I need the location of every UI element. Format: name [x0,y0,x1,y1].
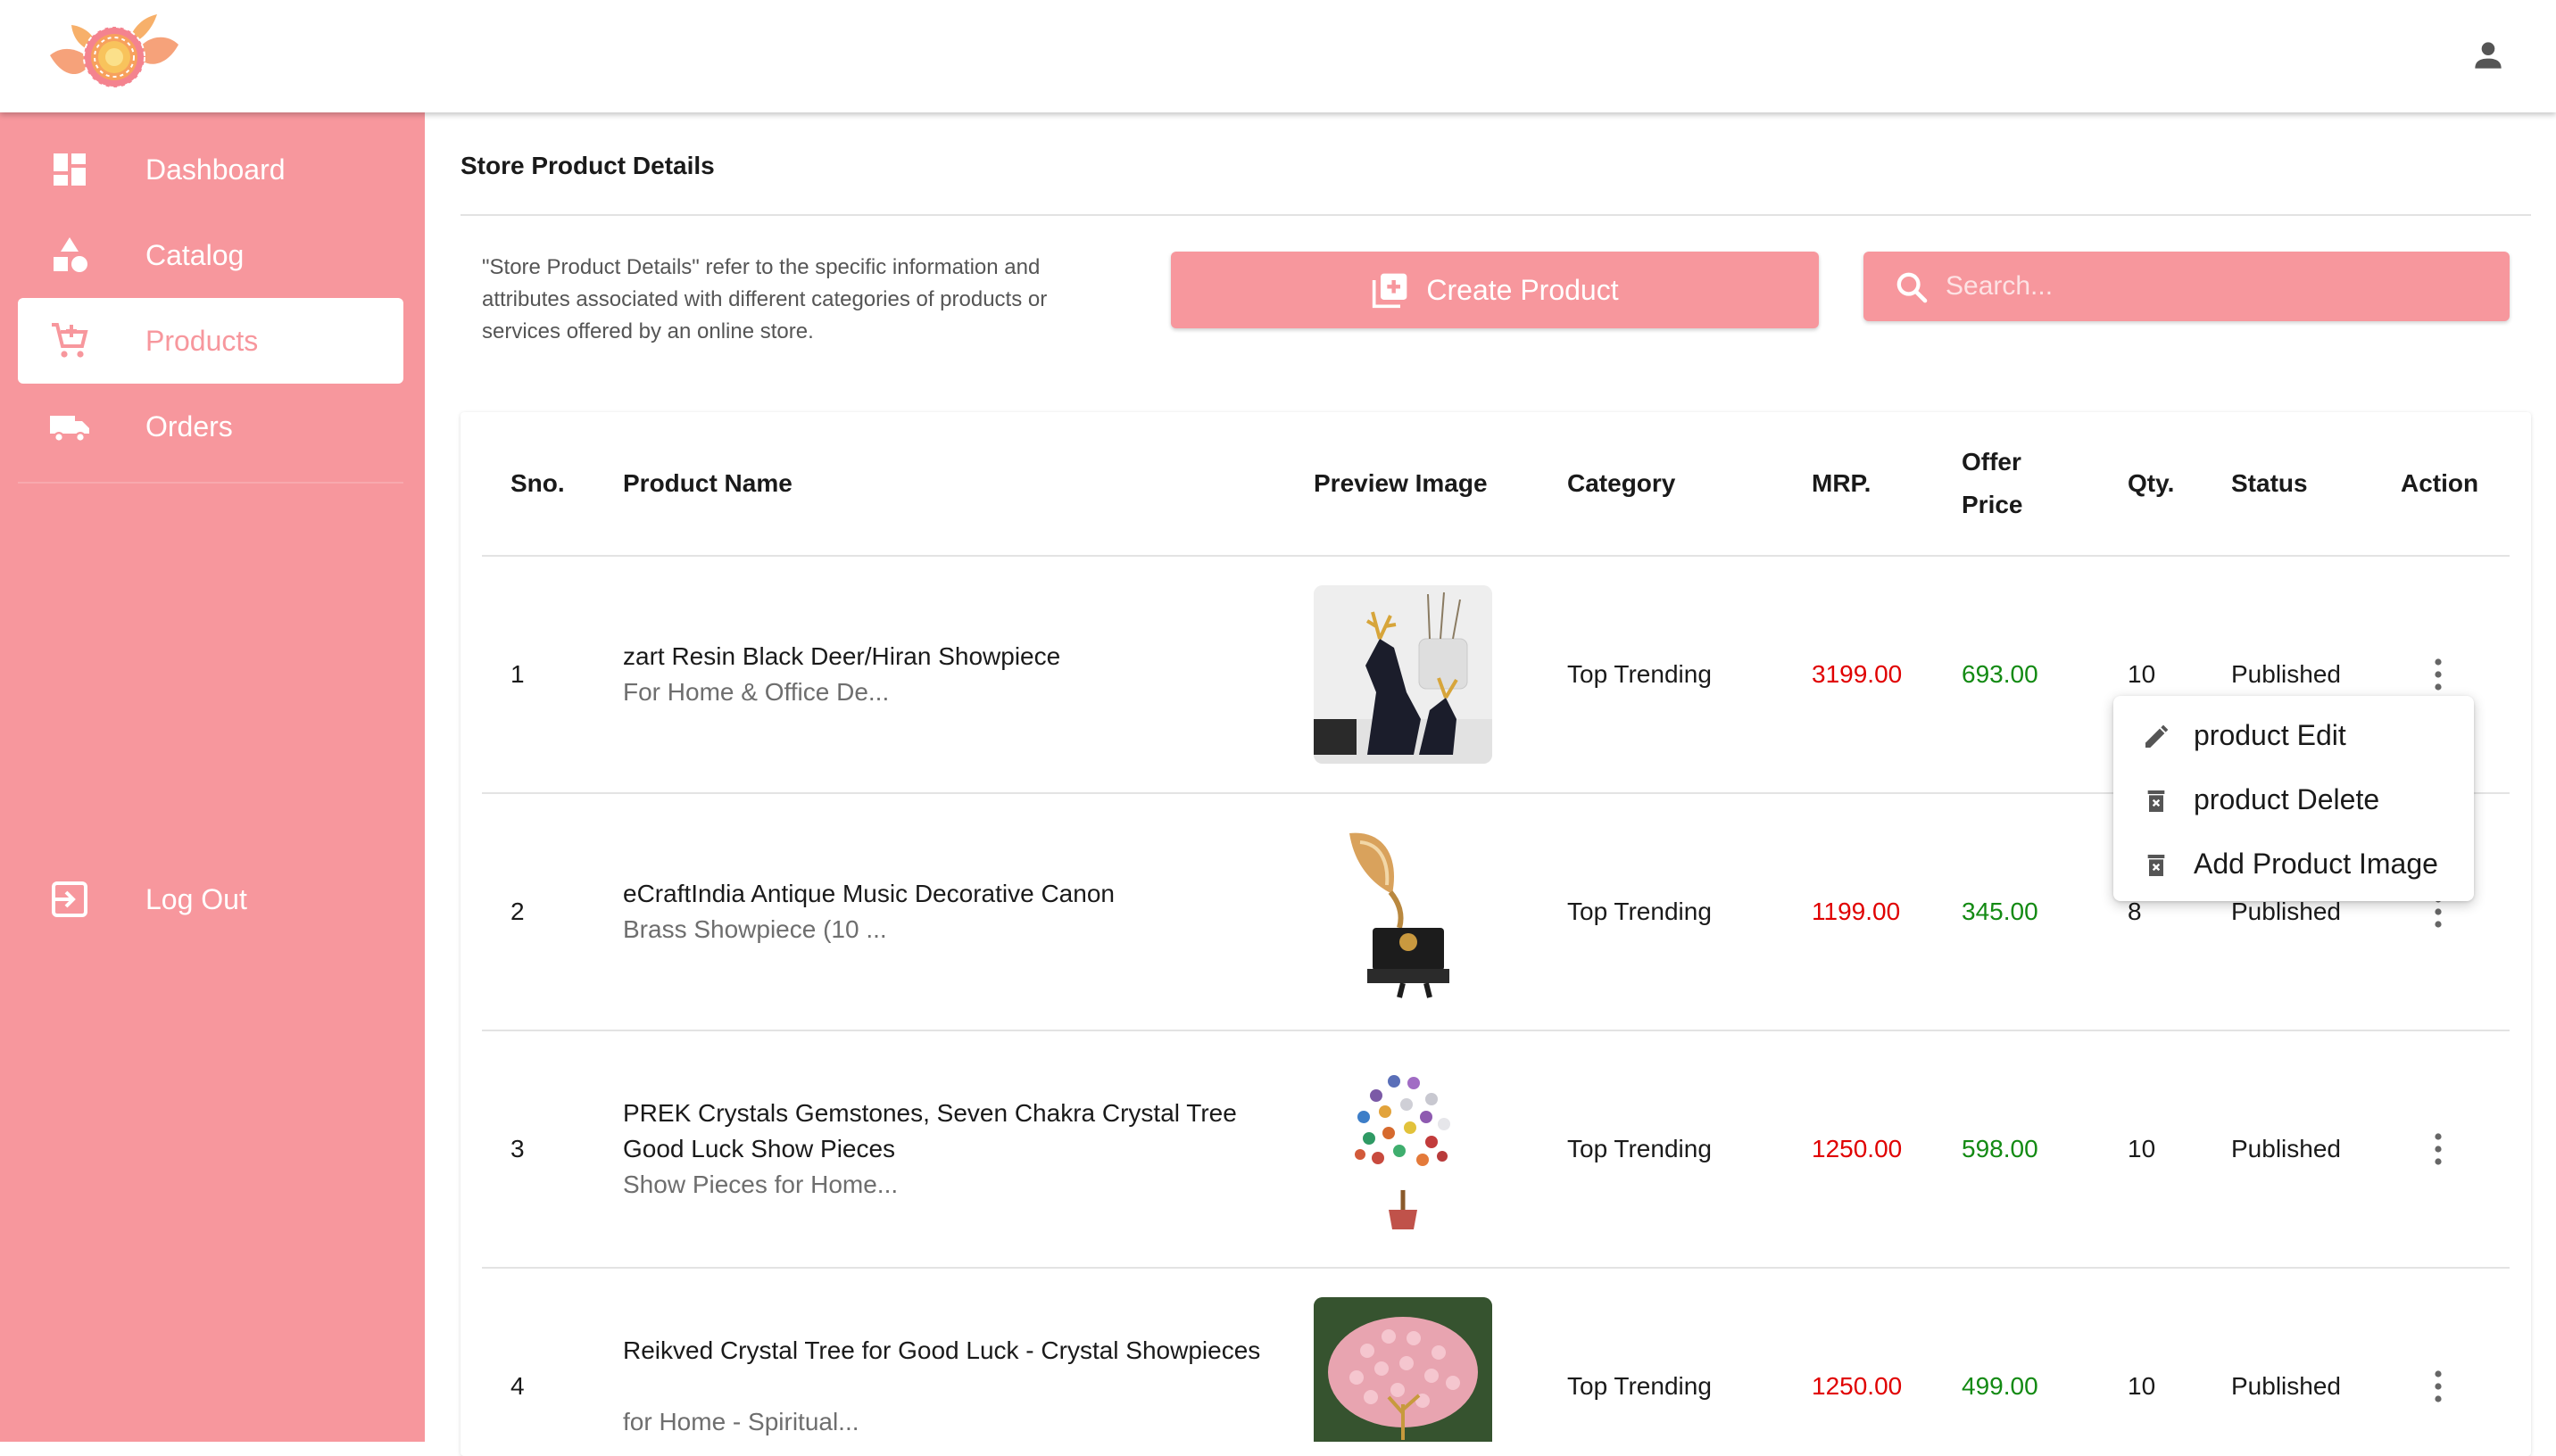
product-offer-price: 598.00 [1962,1135,2038,1162]
product-category: Top Trending [1567,1135,1712,1162]
truck-icon [50,416,89,443]
product-status: Published [2231,1135,2341,1162]
product-category: Top Trending [1567,1372,1712,1400]
product-qty: 8 [2128,898,2142,925]
product-subtitle: Show Pieces for Home... [623,1171,899,1198]
header-mrp: MRP. [1812,469,1871,497]
page-title: Store Product Details [461,152,715,179]
header-sno: Sno. [510,469,565,497]
pink-crystal-tree-image [1314,1297,1492,1442]
header-action: Action [2401,469,2479,497]
product-qty: 10 [2128,1372,2156,1400]
row-divider [482,1030,2510,1031]
menu-item-label: Add Product Image [2194,848,2438,880]
sidebar-item-label: Products [145,325,259,357]
page-description: "Store Product Details" refer to the spe… [482,255,1048,343]
top-app-bar [0,0,2556,112]
shapes-icon [54,237,87,272]
logout-label: Log Out [145,883,247,915]
row-sno: 2 [510,898,525,925]
more-vert-icon[interactable] [2427,1131,2449,1167]
product-subtitle: for Home - Spiritual... [623,1408,859,1435]
header-offer: Offer [1962,448,2021,476]
product-qty: 10 [2128,660,2156,688]
sidebar-item-catalog[interactable]: Catalog [18,212,403,298]
search-bar [1863,252,2510,321]
product-category: Top Trending [1567,898,1712,925]
dashboard-icon [54,153,86,186]
sidebar: Dashboard Catalog Products Orders Log Ou… [0,112,425,1442]
product-status: Published [2231,898,2341,925]
product-name: eCraftIndia Antique Music Decorative Can… [623,880,1115,907]
product-name: zart Resin Black Deer/Hiran Showpiece [623,642,1061,670]
row-divider [482,555,2510,557]
menu-item-label: product Delete [2194,783,2380,815]
lotus-logo[interactable] [45,9,184,98]
create-product-button[interactable]: Create Product [1171,252,1819,328]
menu-item-add-product-image[interactable]: Add Product Image [2113,831,2474,896]
header-product-name: Product Name [623,469,793,497]
pencil-icon [2145,724,2169,748]
product-offer-price: 345.00 [1962,898,2038,925]
search-icon [1896,272,1928,303]
more-vert-icon[interactable] [2427,1369,2449,1404]
product-qty: 10 [2128,1135,2156,1162]
sidebar-item-label: Orders [145,410,233,443]
sidebar-item-label: Catalog [145,239,245,271]
sidebar-item-products[interactable]: Products [18,298,403,384]
header-status: Status [2231,469,2308,497]
product-offer-price: 499.00 [1962,1372,2038,1400]
product-name: PREK Crystals Gemstones, Seven Chakra Cr… [623,1099,1237,1162]
delete-icon [2147,855,2165,876]
title-divider [461,214,2531,216]
product-offer-price: 693.00 [1962,660,2038,688]
product-mrp: 1250.00 [1812,1135,1903,1162]
action-menu: product Edit product Delete Add Product … [2113,696,2474,901]
logout-button[interactable]: Log Out [18,856,403,942]
product-name: Reikved Crystal Tree for Good Luck - Cry… [623,1336,1261,1364]
add-box-icon [1373,273,1407,309]
more-vert-icon[interactable] [2427,657,2449,692]
row-sno: 1 [510,660,525,688]
delete-icon [2147,790,2165,812]
menu-item-label: product Edit [2194,719,2346,751]
product-category: Top Trending [1567,660,1712,688]
sidebar-divider [18,482,403,484]
row-sno: 4 [510,1372,525,1400]
sidebar-item-label: Dashboard [145,153,286,186]
row-sno: 3 [510,1135,525,1162]
chakra-crystal-tree-image [1314,1060,1492,1238]
sidebar-item-orders[interactable]: Orders [18,384,403,469]
header-preview-image: Preview Image [1314,469,1488,497]
gramophone-showpiece-image [1314,823,1492,1001]
create-product-label: Create Product [1426,273,1619,306]
menu-item-product-edit[interactable]: product Edit [2113,703,2474,767]
search-input[interactable] [1946,259,2481,314]
menu-item-product-delete[interactable]: product Delete [2113,767,2474,831]
product-mrp: 1250.00 [1812,1372,1903,1400]
cart-icon [52,323,88,358]
product-status: Published [2231,1372,2341,1400]
logout-icon [52,881,87,917]
row-divider [482,1267,2510,1269]
product-subtitle: For Home & Office De... [623,678,890,706]
product-mrp: 3199.00 [1812,660,1903,688]
header-category: Category [1567,469,1676,497]
deer-showpiece-image [1314,585,1492,764]
header-qty: Qty. [2128,469,2175,497]
product-mrp: 1199.00 [1812,898,1901,925]
header-price: Price [1962,491,2023,518]
product-subtitle: Brass Showpiece (10 ... [623,915,887,943]
sidebar-item-dashboard[interactable]: Dashboard [18,127,403,212]
product-status: Published [2231,660,2341,688]
account-icon[interactable] [2469,36,2508,75]
